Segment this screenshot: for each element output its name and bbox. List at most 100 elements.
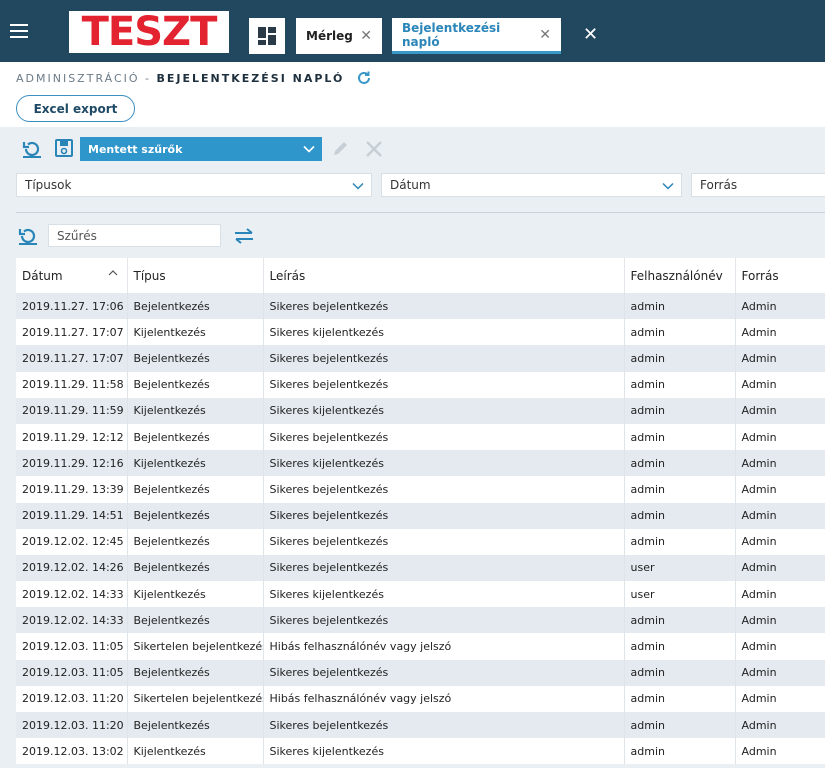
types-select-value: Típusok (25, 178, 72, 192)
breadcrumb: ADMINISZTRÁCIÓ - BEJELENTKEZÉSI NAPLÓ (16, 72, 344, 85)
chevron-down-icon (352, 182, 364, 190)
close-icon[interactable]: ✕ (539, 27, 551, 43)
table-row[interactable]: 2019.12.03. 13:02 Kijelentkezés Sikeres ki… (16, 738, 825, 765)
source-select[interactable]: Forrás (691, 173, 825, 197)
excel-export-button[interactable]: Excel export (16, 95, 135, 122)
cell-source: Admin (735, 293, 825, 320)
cell-type: Kijelentkezés (127, 450, 264, 477)
source-select-value: Forrás (700, 178, 738, 192)
cell-type: Bejelentkezés (127, 371, 264, 398)
cell-date: 2019.11.29. 11:58 (16, 371, 128, 398)
login-log-table: Dátum Típus Leírás Felhasználónév Forrás… (16, 258, 825, 765)
table-row[interactable]: 2019.12.03. 11:20 Sikertelen bejelentkezé… (16, 685, 825, 712)
table-row[interactable]: 2019.11.29. 13:39 Bejelentkezés Sikeres be… (16, 476, 825, 503)
types-select[interactable]: Típusok (16, 173, 372, 197)
cell-type: Bejelentkezés (127, 528, 264, 555)
cell-source: Admin (735, 345, 825, 372)
cell-date: 2019.11.27. 17:07 (16, 319, 128, 346)
cell-description: Hibás felhasználónév vagy jelszó (263, 633, 625, 660)
cell-description: Sikeres bejelentkezés (263, 528, 625, 555)
date-select[interactable]: Dátum (381, 173, 682, 197)
table-row[interactable]: 2019.12.02. 14:33 Bejelentkezés Sikeres be… (16, 607, 825, 634)
refresh-icon[interactable] (356, 70, 372, 86)
cell-type: Kijelentkezés (127, 738, 264, 765)
dashboard-grid-icon[interactable] (249, 18, 285, 54)
cell-source: Admin (735, 528, 825, 555)
column-header-source[interactable]: Forrás (735, 258, 825, 293)
cell-description: Sikeres bejelentkezés (263, 345, 625, 372)
table-row[interactable]: 2019.11.27. 17:06 Bejelentkezés Sikeres be… (16, 293, 825, 320)
cell-source: Admin (735, 633, 825, 660)
table-row[interactable]: 2019.12.03. 11:05 Sikertelen bejelentkezé… (16, 633, 825, 660)
column-header-username[interactable]: Felhasználónév (624, 258, 736, 293)
divider (16, 212, 825, 213)
save-icon[interactable] (54, 138, 74, 158)
tab-login-log[interactable]: Bejelentkezési napló ✕ (392, 18, 561, 54)
cell-date: 2019.12.03. 11:05 (16, 633, 128, 660)
close-icon[interactable]: ✕ (360, 28, 372, 44)
cell-source: Admin (735, 450, 825, 477)
cell-description: Sikeres bejelentkezés (263, 502, 625, 529)
cell-description: Sikeres kijelentkezés (263, 738, 625, 765)
cell-username: admin (624, 738, 736, 765)
cell-source: Admin (735, 712, 825, 739)
cell-type: Bejelentkezés (127, 345, 264, 372)
cell-username: admin (624, 607, 736, 634)
cell-username: admin (624, 502, 736, 529)
column-header-description[interactable]: Leírás (263, 258, 625, 293)
column-header-type[interactable]: Típus (127, 258, 264, 293)
cell-description: Sikeres bejelentkezés (263, 554, 625, 582)
table-row[interactable]: 2019.11.27. 17:07 Kijelentkezés Sikeres ki… (16, 319, 825, 346)
cell-type: Sikertelen bejelentkezés (127, 685, 264, 712)
search-input[interactable] (48, 224, 221, 247)
column-header-label: Forrás (741, 268, 779, 283)
cell-type: Bejelentkezés (127, 659, 264, 686)
table-row[interactable]: 2019.12.03. 11:05 Bejelentkezés Sikeres be… (16, 659, 825, 686)
cell-description: Sikeres bejelentkezés (263, 607, 625, 634)
cell-source: Admin (735, 607, 825, 634)
cell-date: 2019.12.02. 14:33 (16, 581, 128, 608)
date-select-value: Dátum (390, 178, 431, 192)
cell-date: 2019.11.27. 17:07 (16, 345, 128, 372)
table-row[interactable]: 2019.12.02. 12:45 Bejelentkezés Sikeres be… (16, 528, 825, 555)
column-header-date[interactable]: Dátum (16, 258, 128, 293)
table-row[interactable]: 2019.11.29. 11:59 Kijelentkezés Sikeres ki… (16, 397, 825, 424)
cell-date: 2019.11.29. 12:12 (16, 423, 128, 451)
hamburger-menu-icon[interactable] (10, 24, 28, 38)
chevron-down-icon (303, 145, 315, 153)
tab-merleg[interactable]: Mérleg ✕ (296, 18, 382, 54)
cell-type: Bejelentkezés (127, 423, 264, 451)
cell-username: user (624, 581, 736, 608)
saved-filters-dropdown[interactable]: Mentett szűrők (80, 137, 322, 161)
cell-description: Sikeres bejelentkezés (263, 423, 625, 451)
table-row[interactable]: 2019.11.29. 14:51 Bejelentkezés Sikeres be… (16, 502, 825, 529)
delete-x-icon[interactable] (364, 139, 384, 159)
reset-search-icon[interactable] (18, 226, 38, 246)
breadcrumb-section[interactable]: ADMINISZTRÁCIÓ - (16, 72, 157, 85)
table-row[interactable]: 2019.12.02. 14:33 Kijelentkezés Sikeres ki… (16, 581, 825, 608)
table-row[interactable]: 2019.11.27. 17:07 Bejelentkezés Sikeres be… (16, 345, 825, 372)
table-row[interactable]: 2019.11.29. 12:16 Kijelentkezés Sikeres ki… (16, 450, 825, 477)
cell-source: Admin (735, 738, 825, 765)
column-header-label: Típus (133, 268, 166, 283)
cell-type: Kijelentkezés (127, 397, 264, 424)
cell-username: user (624, 554, 736, 582)
table-row[interactable]: 2019.12.03. 11:20 Bejelentkezés Sikeres be… (16, 712, 825, 739)
close-all-icon[interactable]: ✕ (583, 24, 598, 45)
table-row[interactable]: 2019.11.29. 11:58 Bejelentkezés Sikeres be… (16, 371, 825, 398)
cell-type: Kijelentkezés (127, 581, 264, 608)
table-row[interactable]: 2019.12.02. 14:26 Bejelentkezés Sikeres be… (16, 554, 825, 582)
reset-filters-icon[interactable] (22, 139, 42, 159)
cell-date: 2019.11.27. 17:06 (16, 293, 128, 320)
cell-username: admin (624, 712, 736, 739)
sort-ascending-icon (108, 270, 118, 276)
swap-arrows-icon[interactable] (233, 227, 255, 245)
cell-description: Sikeres bejelentkezés (263, 659, 625, 686)
column-header-label: Dátum (22, 268, 63, 283)
cell-type: Sikertelen bejelentkezés (127, 633, 264, 660)
cell-username: admin (624, 345, 736, 372)
cell-date: 2019.11.29. 11:59 (16, 397, 128, 424)
cell-username: admin (624, 476, 736, 503)
table-row[interactable]: 2019.11.29. 12:12 Bejelentkezés Sikeres be… (16, 423, 825, 451)
edit-pencil-icon[interactable] (331, 138, 351, 158)
